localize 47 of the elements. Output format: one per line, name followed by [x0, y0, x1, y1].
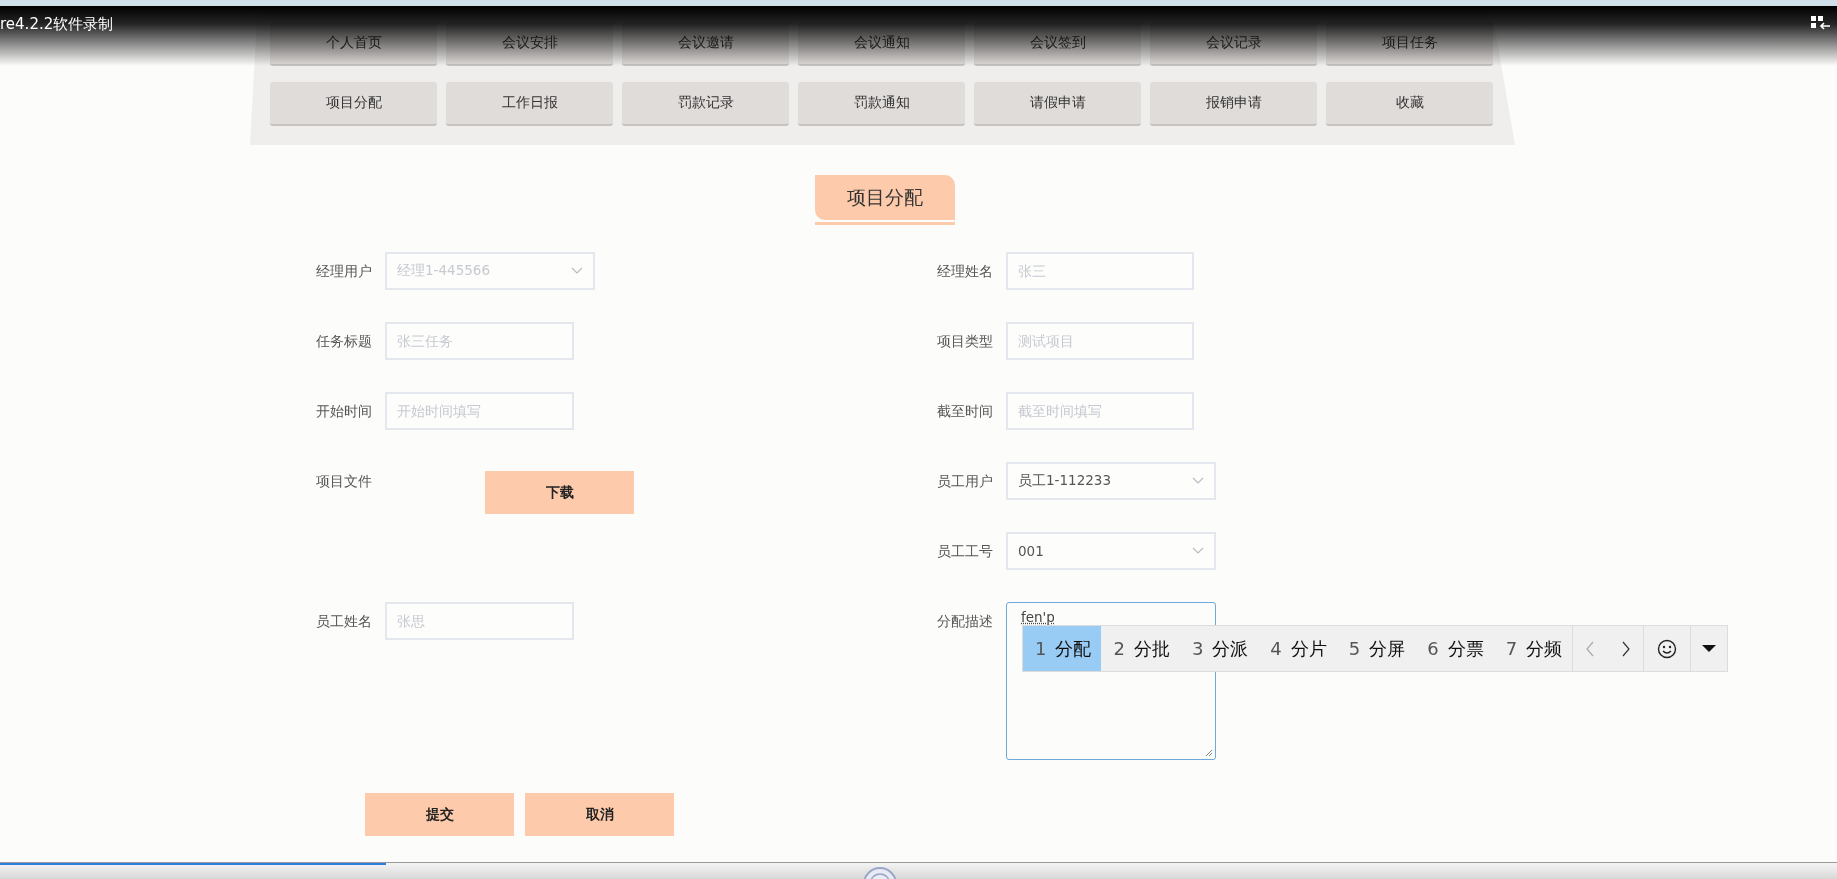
candidate-item[interactable]: 2 分批 [1101, 626, 1180, 671]
field-label: 项目文件 [316, 472, 373, 491]
record-icon[interactable] [862, 866, 898, 879]
candidate-item[interactable]: 6 分票 [1415, 626, 1494, 671]
field-label: 经理姓名 [937, 262, 994, 281]
form-button[interactable]: 取消 [525, 793, 674, 836]
field-label: 项目类型 [937, 332, 994, 351]
exit-fullscreen-icon[interactable] [1811, 16, 1831, 30]
nav-button[interactable]: 项目任务 [1326, 22, 1493, 66]
candidate-item[interactable]: 5 分屏 [1336, 626, 1416, 671]
nav-button[interactable]: 罚款记录 [622, 82, 789, 126]
chevron-left-icon[interactable] [1585, 640, 1596, 657]
field-label: 员工姓名 [316, 612, 373, 631]
nav-button[interactable]: 收藏 [1326, 82, 1493, 126]
chevron-down-icon[interactable] [571, 267, 583, 275]
recorder-title: re4.2.2软件录制 [0, 15, 114, 33]
chevron-down-icon[interactable] [1192, 477, 1204, 485]
nav-button[interactable]: 项目分配 [270, 82, 437, 126]
nav-button[interactable]: 会议安排 [446, 22, 613, 66]
candidate-item[interactable]: 7 分频 [1493, 626, 1573, 671]
dropdown-triangle-icon[interactable] [1702, 644, 1717, 653]
download-button[interactable]: 下载 [485, 471, 634, 514]
select-field[interactable]: 001 [1006, 532, 1216, 570]
smiley-icon[interactable] [1657, 638, 1678, 659]
nav-button[interactable]: 个人首页 [270, 22, 437, 66]
nav-button[interactable]: 请假申请 [974, 82, 1141, 126]
field-label: 分配描述 [937, 612, 994, 631]
form-button[interactable]: 提交 [365, 793, 514, 836]
field-label: 任务标题 [316, 332, 373, 351]
nav-button[interactable]: 工作日报 [446, 82, 613, 126]
field-label: 员工用户 [937, 472, 994, 491]
field-label: 员工工号 [937, 542, 994, 561]
select-field[interactable]: 员工1-112233 [1006, 462, 1216, 500]
nav-button[interactable]: 会议邀请 [622, 22, 789, 66]
nav-button[interactable]: 报销申请 [1150, 82, 1317, 126]
field-label: 经理用户 [316, 262, 373, 281]
candidate-item[interactable]: 4 分片 [1258, 626, 1337, 671]
nav-button[interactable]: 罚款通知 [798, 82, 965, 126]
resize-grip-icon[interactable] [1205, 749, 1213, 757]
chevron-right-icon[interactable] [1621, 640, 1632, 657]
field-label: 开始时间 [316, 402, 373, 421]
nav-button[interactable]: 会议通知 [798, 22, 965, 66]
nav-button[interactable]: 会议记录 [1150, 22, 1317, 66]
candidate-item[interactable]: 1 分配 [1023, 626, 1102, 671]
chevron-down-icon[interactable] [1192, 547, 1204, 555]
nav-button[interactable]: 会议签到 [974, 22, 1141, 66]
field-label: 截至时间 [937, 402, 994, 421]
